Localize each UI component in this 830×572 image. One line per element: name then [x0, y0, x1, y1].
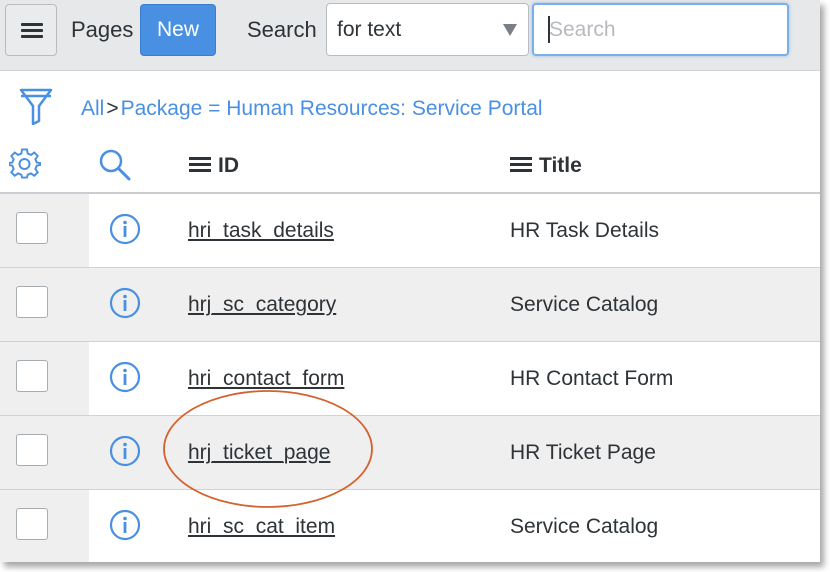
table-row: hri_sc_cat_item Service Catalog [0, 490, 820, 562]
info-icon[interactable] [109, 435, 141, 467]
info-icon[interactable] [109, 287, 141, 319]
funnel-icon[interactable] [19, 87, 53, 125]
search-field-select[interactable]: for text [326, 3, 529, 56]
record-id-link[interactable]: hrj_ticket_page [188, 441, 330, 465]
search-label: Search [247, 17, 317, 42]
record-id-link[interactable]: hrj_sc_category [188, 293, 336, 317]
table-row: hrj_ticket_page HR Ticket Page [0, 416, 820, 490]
info-icon[interactable] [109, 361, 141, 393]
record-list: hri_task_details HR Task Details hrj_sc_… [0, 194, 820, 562]
hamburger-menu-button[interactable] [5, 4, 57, 56]
record-title: Service Catalog [510, 515, 659, 538]
record-title: HR Contact Form [510, 367, 674, 390]
column-header-row: ID Title [0, 137, 820, 194]
gear-icon[interactable] [9, 148, 41, 180]
row-checkbox[interactable] [16, 508, 48, 540]
column-id[interactable]: ID [189, 154, 239, 178]
breadcrumb-filter-link[interactable]: Package = Human Resources: Service Porta… [121, 97, 543, 120]
column-id-label: ID [218, 154, 239, 177]
breadcrumb: All>Package = Human Resources: Service P… [81, 97, 543, 121]
info-icon[interactable] [109, 509, 141, 541]
list-header: Pages New Search for text [0, 0, 820, 71]
table-row: hri_task_details HR Task Details [0, 194, 820, 268]
new-button[interactable]: New [140, 4, 216, 56]
breadcrumb-all-link[interactable]: All [81, 97, 104, 120]
table-row: hri_contact_form HR Contact Form [0, 342, 820, 416]
row-checkbox[interactable] [16, 212, 48, 244]
hamburger-icon [21, 23, 43, 26]
column-menu-icon[interactable] [510, 157, 532, 173]
text-cursor [548, 16, 550, 43]
row-checkbox[interactable] [16, 286, 48, 318]
record-id-link[interactable]: hri_task_details [188, 219, 334, 243]
app-window: Pages New Search for text All>Package = … [0, 0, 820, 562]
record-title: HR Task Details [510, 219, 659, 242]
magnifier-icon[interactable] [98, 148, 132, 182]
list-title: Pages [71, 17, 134, 42]
info-icon[interactable] [109, 213, 141, 245]
record-id-link[interactable]: hri_contact_form [188, 367, 344, 391]
breadcrumb-separator: > [106, 97, 119, 120]
search-field-value: for text [337, 18, 402, 41]
row-checkbox[interactable] [16, 434, 48, 466]
caret-down-icon [503, 24, 517, 36]
column-menu-icon[interactable] [189, 157, 211, 173]
column-title-label: Title [539, 154, 582, 177]
row-checkbox[interactable] [16, 360, 48, 392]
record-title: HR Ticket Page [510, 441, 656, 464]
search-input[interactable] [532, 3, 789, 56]
column-title[interactable]: Title [510, 154, 582, 178]
filter-row: All>Package = Human Resources: Service P… [0, 71, 820, 137]
record-title: Service Catalog [510, 293, 659, 316]
record-id-link[interactable]: hri_sc_cat_item [188, 515, 335, 539]
table-row: hrj_sc_category Service Catalog [0, 268, 820, 342]
